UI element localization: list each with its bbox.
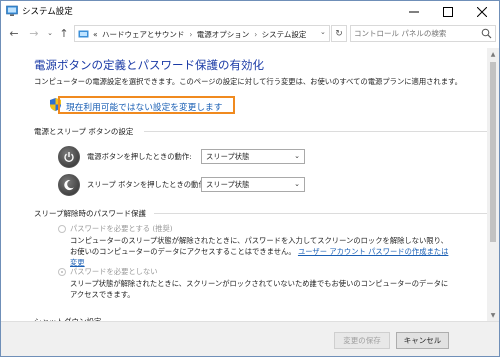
search-input[interactable] (354, 27, 474, 40)
refresh-icon: ↻ (335, 28, 343, 39)
require-password-label: パスワードを必要とする (推奨) (70, 224, 173, 233)
minimize-icon (409, 11, 419, 12)
chevron-down-icon: ⌄ (294, 180, 300, 188)
scroll-up-icon[interactable]: ▲ (487, 48, 499, 60)
refresh-button[interactable]: ↻ (331, 25, 347, 42)
power-button-selected-value: スリープ状態 (206, 152, 250, 161)
close-button[interactable] (465, 1, 499, 22)
address-bar[interactable]: « ハードウェアとサウンド › 電源オプション › システム設定 ⌄ (74, 25, 330, 42)
search-box[interactable] (350, 25, 496, 42)
divider (154, 213, 487, 214)
footer: 変更の保存 キャンセル (1, 321, 499, 356)
close-icon (477, 6, 487, 17)
section-password: スリープ解除時のパスワード保護 (34, 208, 487, 219)
control-panel-icon (6, 5, 18, 16)
maximize-button[interactable] (431, 1, 465, 22)
back-button[interactable]: ← (7, 25, 21, 41)
sleep-button-row: スリープ ボタンを押したときの動作: スリープ状態 ⌄ (58, 174, 318, 196)
system-settings-window: システム設定 ← → ⌄ ↑ « ハードウェアとサウンド › 電源オプション › シ… (0, 0, 500, 357)
up-button[interactable]: ↑ (57, 25, 71, 41)
address-dropdown-icon[interactable]: ⌄ (320, 28, 326, 36)
minimize-button[interactable] (397, 1, 431, 22)
sleep-moon-icon (58, 174, 80, 196)
vertical-scrollbar[interactable]: ▲ ▼ (487, 48, 499, 321)
breadcrumb-hardware-sound[interactable]: ハードウェアとサウンド (102, 30, 184, 39)
section-power-sleep-label: 電源とスリープ ボタンの設定 (34, 127, 134, 136)
forward-button[interactable]: → (27, 25, 41, 41)
control-panel-folder-icon (78, 30, 89, 38)
breadcrumb-system-settings[interactable]: システム設定 (262, 30, 307, 39)
title-bar: システム設定 (1, 1, 499, 22)
breadcrumb-power-options[interactable]: 電源オプション (197, 30, 250, 39)
back-arrow-icon: ← (9, 26, 19, 40)
power-button-row: 電源ボタンを押したときの動作: スリープ状態 ⌄ (58, 146, 318, 168)
main-content: 電源ボタンの定義とパスワード保護の有効化 コンピューターの電源設定を選択できます… (1, 48, 487, 326)
search-icon (481, 28, 492, 39)
page-description: コンピューターの電源設定を選択できます。このページの設定に対して行う変更は、お使… (34, 77, 462, 86)
change-unavailable-settings-link[interactable]: 現在利用可能ではない設定を変更します (66, 100, 222, 113)
sleep-button-label: スリープ ボタンを押したときの動作: (87, 180, 209, 189)
breadcrumb: « ハードウェアとサウンド › 電源オプション › システム設定 (93, 29, 308, 40)
maximize-icon (443, 6, 453, 17)
scrollbar-thumb[interactable] (490, 62, 496, 242)
recent-locations-button[interactable]: ⌄ (43, 25, 57, 41)
no-password-description: スリープ状態が解除されたときに、スクリーンがロックされていないため誰でもお使いの… (70, 279, 449, 299)
section-power-sleep: 電源とスリープ ボタンの設定 (34, 126, 487, 137)
no-password-radio[interactable] (58, 268, 66, 276)
forward-arrow-icon: → (29, 26, 39, 40)
chevron-down-icon: ⌄ (47, 29, 53, 37)
save-changes-button[interactable]: 変更の保存 (334, 332, 390, 349)
power-button-label: 電源ボタンを押したときの動作: (87, 152, 192, 161)
page-title: 電源ボタンの定義とパスワード保護の有効化 (34, 58, 264, 72)
divider (144, 131, 487, 132)
scroll-down-icon[interactable]: ▼ (487, 309, 499, 321)
cancel-button[interactable]: キャンセル (396, 332, 449, 349)
no-password-label: パスワードを必要としない (70, 267, 158, 276)
breadcrumb-separator-icon: › (189, 30, 193, 39)
sleep-button-select[interactable]: スリープ状態 ⌄ (201, 177, 305, 192)
up-arrow-icon: ↑ (59, 26, 69, 40)
breadcrumb-overflow[interactable]: « (93, 30, 98, 39)
require-password-description: コンピューターのスリープ状態が解除されたときに、パスワードを入力してスクリーンの… (70, 235, 450, 268)
sleep-button-selected-value: スリープ状態 (206, 180, 250, 189)
window-title: システム設定 (22, 7, 73, 17)
highlight-box: 現在利用可能ではない設定を変更します (58, 96, 235, 114)
power-icon (58, 146, 80, 168)
power-button-select[interactable]: スリープ状態 ⌄ (201, 149, 305, 164)
require-password-radio[interactable] (58, 225, 66, 233)
chevron-down-icon: ⌄ (294, 152, 300, 160)
breadcrumb-separator-icon: › (254, 30, 258, 39)
section-password-label: スリープ解除時のパスワード保護 (34, 209, 147, 218)
